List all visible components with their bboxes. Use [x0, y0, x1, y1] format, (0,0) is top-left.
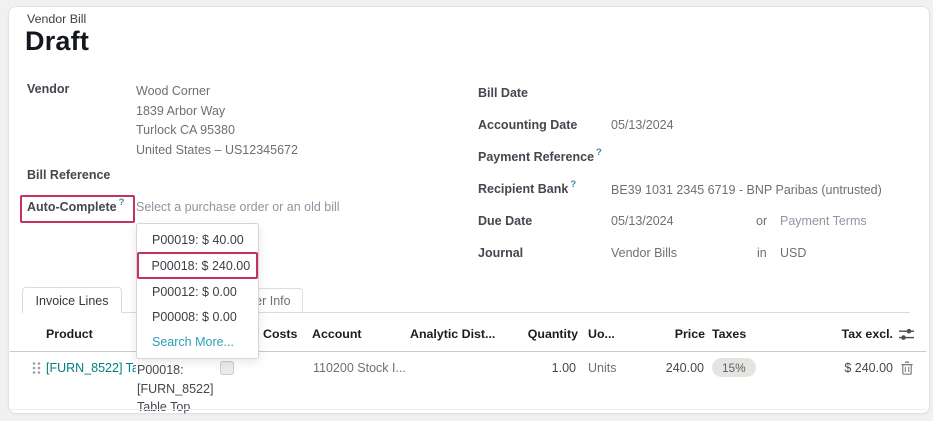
- accounting-date-value[interactable]: 05/13/2024: [611, 118, 674, 132]
- help-icon[interactable]: ?: [119, 197, 125, 208]
- col-header-uom[interactable]: Uo...: [588, 327, 615, 341]
- bill-date-label: Bill Date: [478, 86, 528, 100]
- row-quantity-cell[interactable]: 1.00: [500, 361, 576, 375]
- bill-reference-label: Bill Reference: [27, 168, 110, 182]
- journal-joiner: in: [757, 246, 767, 260]
- drag-handle-icon[interactable]: [32, 361, 41, 375]
- col-header-tax-excl[interactable]: Tax excl.: [800, 327, 893, 341]
- vendor-street: 1839 Arbor Way: [136, 102, 298, 122]
- document-type-label: Vendor Bill: [27, 12, 86, 26]
- accounting-date-label: Accounting Date: [478, 118, 577, 132]
- optional-columns-icon[interactable]: [899, 328, 914, 341]
- journal-label: Journal: [478, 246, 523, 260]
- due-date-label: Due Date: [478, 214, 532, 228]
- dropdown-option-highlighted[interactable]: P00018: $ 240.00: [137, 252, 258, 279]
- due-date-value[interactable]: 05/13/2024: [611, 214, 674, 228]
- tab-invoice-lines[interactable]: Invoice Lines: [22, 287, 122, 313]
- auto-complete-input[interactable]: Select a purchase order or an old bill: [136, 200, 340, 214]
- auto-complete-label: Auto-Complete?: [27, 200, 124, 214]
- row-subtotal-cell: $ 240.00: [790, 361, 893, 375]
- journal-value[interactable]: Vendor Bills: [611, 246, 677, 260]
- search-more-link[interactable]: Search More...: [137, 329, 258, 355]
- dropdown-option[interactable]: P00019: $ 40.00: [137, 227, 258, 252]
- col-header-product[interactable]: Product: [46, 327, 93, 341]
- dropdown-option[interactable]: P00008: $ 0.00: [137, 304, 258, 329]
- table-row-divider: [10, 409, 926, 410]
- auto-complete-dropdown: P00019: $ 40.00 P00018: $ 240.00 P00012:…: [136, 223, 259, 359]
- col-header-analytic[interactable]: Analytic Dist...: [410, 327, 495, 341]
- dropdown-option[interactable]: P00012: $ 0.00: [137, 279, 258, 304]
- vendor-address[interactable]: Wood Corner 1839 Arbor Way Turlock CA 95…: [136, 82, 298, 160]
- vendor-label: Vendor: [27, 82, 69, 96]
- row-tax-badge[interactable]: 15%: [712, 358, 756, 377]
- delete-row-icon[interactable]: [901, 361, 913, 375]
- col-header-price[interactable]: Price: [640, 327, 705, 341]
- recipient-bank-label: Recipient Bank?: [478, 182, 576, 196]
- row-product-link[interactable]: [FURN_8522] Tabl: [46, 361, 136, 375]
- col-header-taxes[interactable]: Taxes: [712, 327, 746, 341]
- row-costs-checkbox[interactable]: [220, 361, 234, 375]
- payment-reference-label: Payment Reference?: [478, 150, 602, 164]
- vendor-bill-page: Vendor Bill Draft Vendor Wood Corner 183…: [0, 0, 933, 421]
- due-date-joiner: or: [756, 214, 767, 228]
- payment-terms-field[interactable]: Payment Terms: [780, 214, 867, 228]
- vendor-name[interactable]: Wood Corner: [136, 82, 298, 102]
- vendor-city: Turlock CA 95380: [136, 121, 298, 141]
- help-icon[interactable]: ?: [596, 147, 602, 158]
- recipient-bank-value[interactable]: BE39 1031 2345 6719 - BNP Paribas (untru…: [611, 183, 882, 197]
- help-icon[interactable]: ?: [570, 179, 576, 190]
- row-account-cell[interactable]: 110200 Stock I...: [313, 361, 406, 375]
- col-header-costs[interactable]: Costs: [263, 327, 297, 341]
- currency-value[interactable]: USD: [780, 246, 806, 260]
- status-title: Draft: [25, 26, 89, 57]
- col-header-quantity[interactable]: Quantity: [500, 327, 578, 341]
- col-header-account[interactable]: Account: [312, 327, 362, 341]
- row-uom-cell[interactable]: Units: [588, 361, 616, 375]
- row-price-cell[interactable]: 240.00: [640, 361, 704, 375]
- vendor-country: United States – US12345672: [136, 141, 298, 161]
